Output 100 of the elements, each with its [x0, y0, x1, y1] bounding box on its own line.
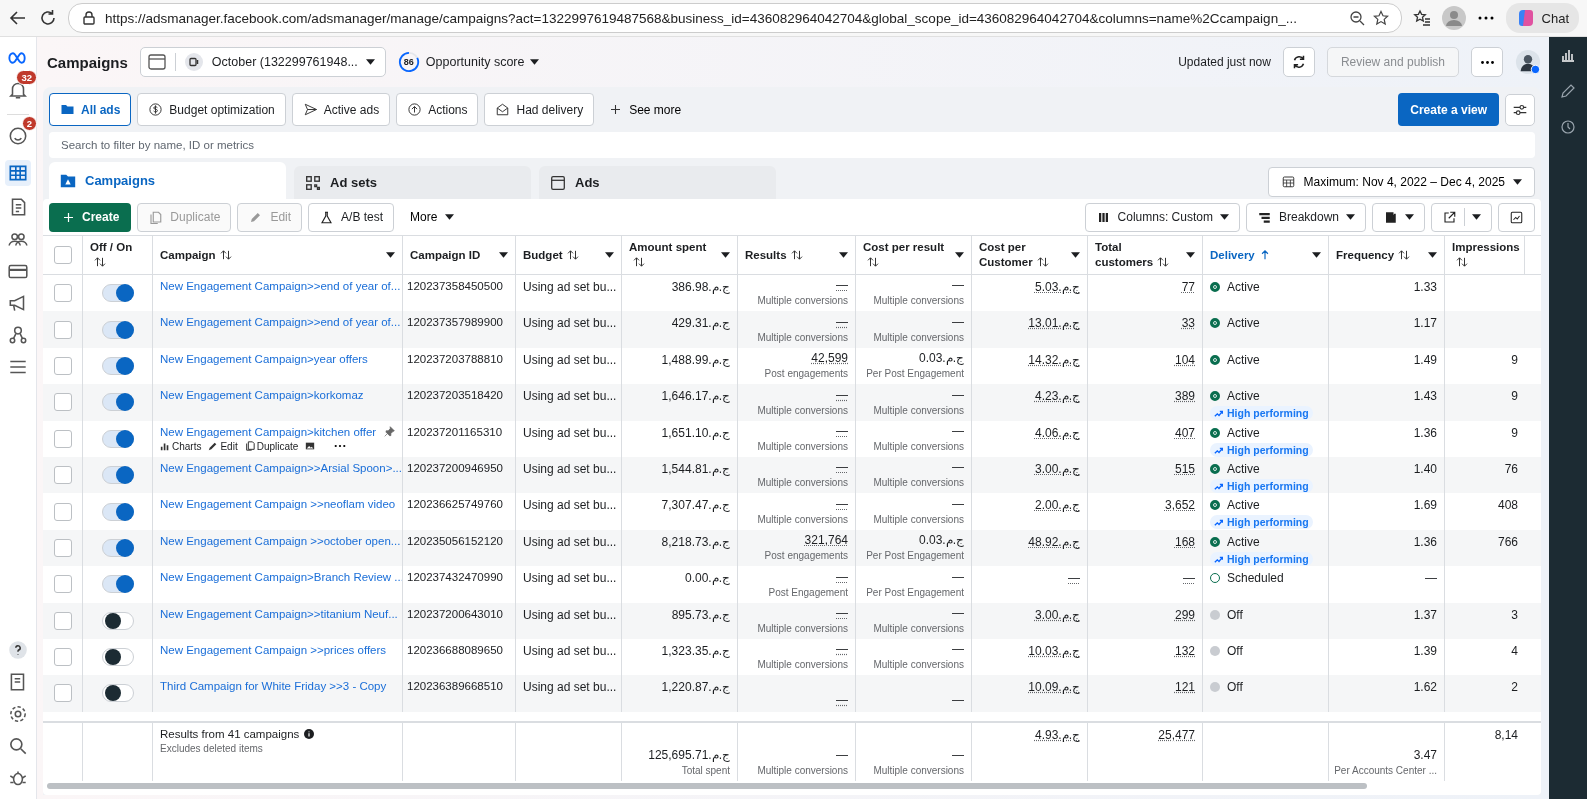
caret-icon[interactable]: [386, 252, 395, 258]
column-header[interactable]: Budget: [516, 236, 622, 274]
caret-icon[interactable]: [1312, 252, 1321, 258]
sort-icon[interactable]: [633, 257, 645, 267]
filter-settings-button[interactable]: [1505, 93, 1535, 126]
campaign-link[interactable]: New Engagement Campaign>korkomaz: [160, 389, 364, 402]
audience-icon[interactable]: [7, 324, 29, 346]
chat-button[interactable]: Chat: [1505, 3, 1579, 33]
window-icon[interactable]: [146, 52, 167, 72]
refresh-button[interactable]: [1282, 47, 1315, 77]
column-header[interactable]: Results: [738, 236, 856, 274]
pencil-icon[interactable]: [1560, 83, 1576, 99]
more-options-button[interactable]: [1471, 47, 1503, 77]
profile-icon[interactable]: [1441, 6, 1466, 30]
level-tab[interactable]: Campaigns: [49, 162, 286, 199]
row-action-link[interactable]: Duplicate: [244, 440, 299, 452]
row-checkbox[interactable]: [53, 320, 72, 339]
campaign-toggle[interactable]: [101, 393, 134, 412]
column-header[interactable]: Amount spent: [622, 236, 738, 274]
table-icon[interactable]: [5, 160, 31, 186]
caret-icon[interactable]: [839, 252, 848, 258]
toolbar-button[interactable]: A/B test: [308, 202, 395, 232]
pin-icon[interactable]: [384, 426, 395, 438]
campaign-link[interactable]: New Engagement Campaign >>october open...: [160, 534, 401, 547]
column-header[interactable]: Campaign ID: [403, 236, 516, 274]
export-dropdown[interactable]: [1431, 202, 1492, 232]
reports-dropdown[interactable]: [1372, 202, 1425, 232]
help-icon[interactable]: [7, 639, 29, 661]
campaign-toggle[interactable]: [101, 538, 134, 557]
opportunity-score-button[interactable]: 86 Opportunity score: [397, 51, 540, 73]
row-checkbox[interactable]: [53, 356, 72, 375]
row-checkbox[interactable]: [53, 575, 72, 594]
campaign-toggle[interactable]: [101, 648, 134, 667]
more-icon[interactable]: [334, 444, 347, 449]
sort-icon[interactable]: [219, 249, 232, 260]
row-action-link[interactable]: Edit: [208, 440, 238, 452]
campaign-toggle[interactable]: [101, 502, 134, 521]
zoom-out-icon[interactable]: [1348, 10, 1365, 26]
search-field[interactable]: Search to filter by name, ID or metrics: [49, 132, 1535, 158]
row-checkbox[interactable]: [53, 611, 72, 630]
caret-icon[interactable]: [721, 252, 730, 258]
reload-icon[interactable]: [38, 8, 58, 28]
sort-icon[interactable]: [94, 257, 106, 267]
campaign-link[interactable]: New Engagement Campaign >>neoflam video: [160, 498, 396, 511]
column-header[interactable]: Campaign: [153, 236, 403, 274]
bar-chart-icon[interactable]: [1560, 47, 1576, 63]
caret-icon[interactable]: [1186, 252, 1195, 258]
columns-dropdown[interactable]: Columns: Custom: [1084, 202, 1240, 232]
row-checkbox[interactable]: [53, 466, 72, 485]
create-view-button[interactable]: Create a view: [1398, 93, 1499, 126]
campaign-link[interactable]: New Engagement Campaign >>prices offers: [160, 643, 387, 656]
filter-chip[interactable]: Had delivery: [484, 93, 595, 126]
search-icon[interactable]: [7, 735, 29, 757]
row-checkbox[interactable]: [53, 684, 72, 703]
campaign-link[interactable]: New Engagement Campaign>Branch Review ...: [160, 571, 402, 584]
filter-chip[interactable]: Budget optimization: [137, 93, 286, 126]
column-header[interactable]: Frequency: [1329, 236, 1445, 274]
campaign-link[interactable]: New Engagement Campaign>year offers: [160, 352, 368, 365]
campaign-toggle[interactable]: [101, 284, 134, 303]
row-checkbox[interactable]: [53, 429, 72, 448]
chart-view-button[interactable]: [1498, 202, 1535, 232]
sort-icon[interactable]: [566, 249, 579, 260]
address-bar[interactable]: https://adsmanager.facebook.com/adsmanager/manage/campaigns?act=1322997619487568&business_id=436082964042704&global_scope_id=436082964042704&columns=name%2Ccampaign_...: [68, 3, 1402, 33]
more-dropdown[interactable]: More: [400, 210, 465, 224]
column-header[interactable]: Impressions: [1445, 236, 1525, 274]
level-tab[interactable]: Ad sets: [294, 166, 531, 199]
campaign-toggle[interactable]: [101, 429, 134, 448]
create-button[interactable]: Create: [49, 202, 132, 232]
info-icon[interactable]: [304, 729, 315, 739]
filter-chip[interactable]: Active ads: [291, 93, 391, 126]
campaign-toggle[interactable]: [101, 611, 134, 630]
sort-icon[interactable]: [1398, 249, 1411, 260]
campaign-link[interactable]: New Engagement Campaign>>end of year of...: [160, 280, 401, 292]
smiley-icon[interactable]: [7, 125, 29, 147]
filter-chip[interactable]: All ads: [49, 93, 132, 126]
row-checkbox[interactable]: [53, 538, 72, 557]
settings-icon[interactable]: [7, 703, 29, 725]
column-header[interactable]: Cost per result: [856, 236, 972, 274]
sort-icon[interactable]: [1157, 257, 1170, 267]
caret-icon[interactable]: [1071, 252, 1080, 258]
caret-icon[interactable]: [955, 252, 964, 258]
campaign-link[interactable]: New Engagement Campaign>>titanium Neuf...: [160, 607, 398, 620]
row-checkbox[interactable]: [53, 393, 72, 412]
caret-icon[interactable]: [1428, 252, 1437, 258]
sort-icon[interactable]: [1036, 257, 1049, 267]
campaign-link[interactable]: Third Campaign for White Friday >>3 - Copy: [160, 680, 387, 693]
clock-icon[interactable]: [1560, 119, 1576, 135]
sort-icon[interactable]: [867, 257, 879, 267]
caret-icon[interactable]: [499, 252, 508, 258]
sort-icon[interactable]: [1456, 257, 1468, 267]
star-icon[interactable]: [1372, 10, 1389, 26]
column-header[interactable]: Total customers: [1088, 236, 1203, 274]
row-checkbox[interactable]: [53, 284, 72, 303]
column-header[interactable]: Delivery: [1203, 236, 1329, 274]
date-range-picker[interactable]: Maximum: Nov 4, 2022 – Dec 4, 2025: [1267, 166, 1535, 197]
favorites-icon[interactable]: [1411, 8, 1432, 28]
row-checkbox[interactable]: [53, 502, 72, 521]
campaign-link[interactable]: New Engagement Campaign>>end of year of...: [160, 316, 401, 329]
campaign-toggle[interactable]: [101, 575, 134, 594]
column-header[interactable]: Off / On: [83, 236, 153, 274]
